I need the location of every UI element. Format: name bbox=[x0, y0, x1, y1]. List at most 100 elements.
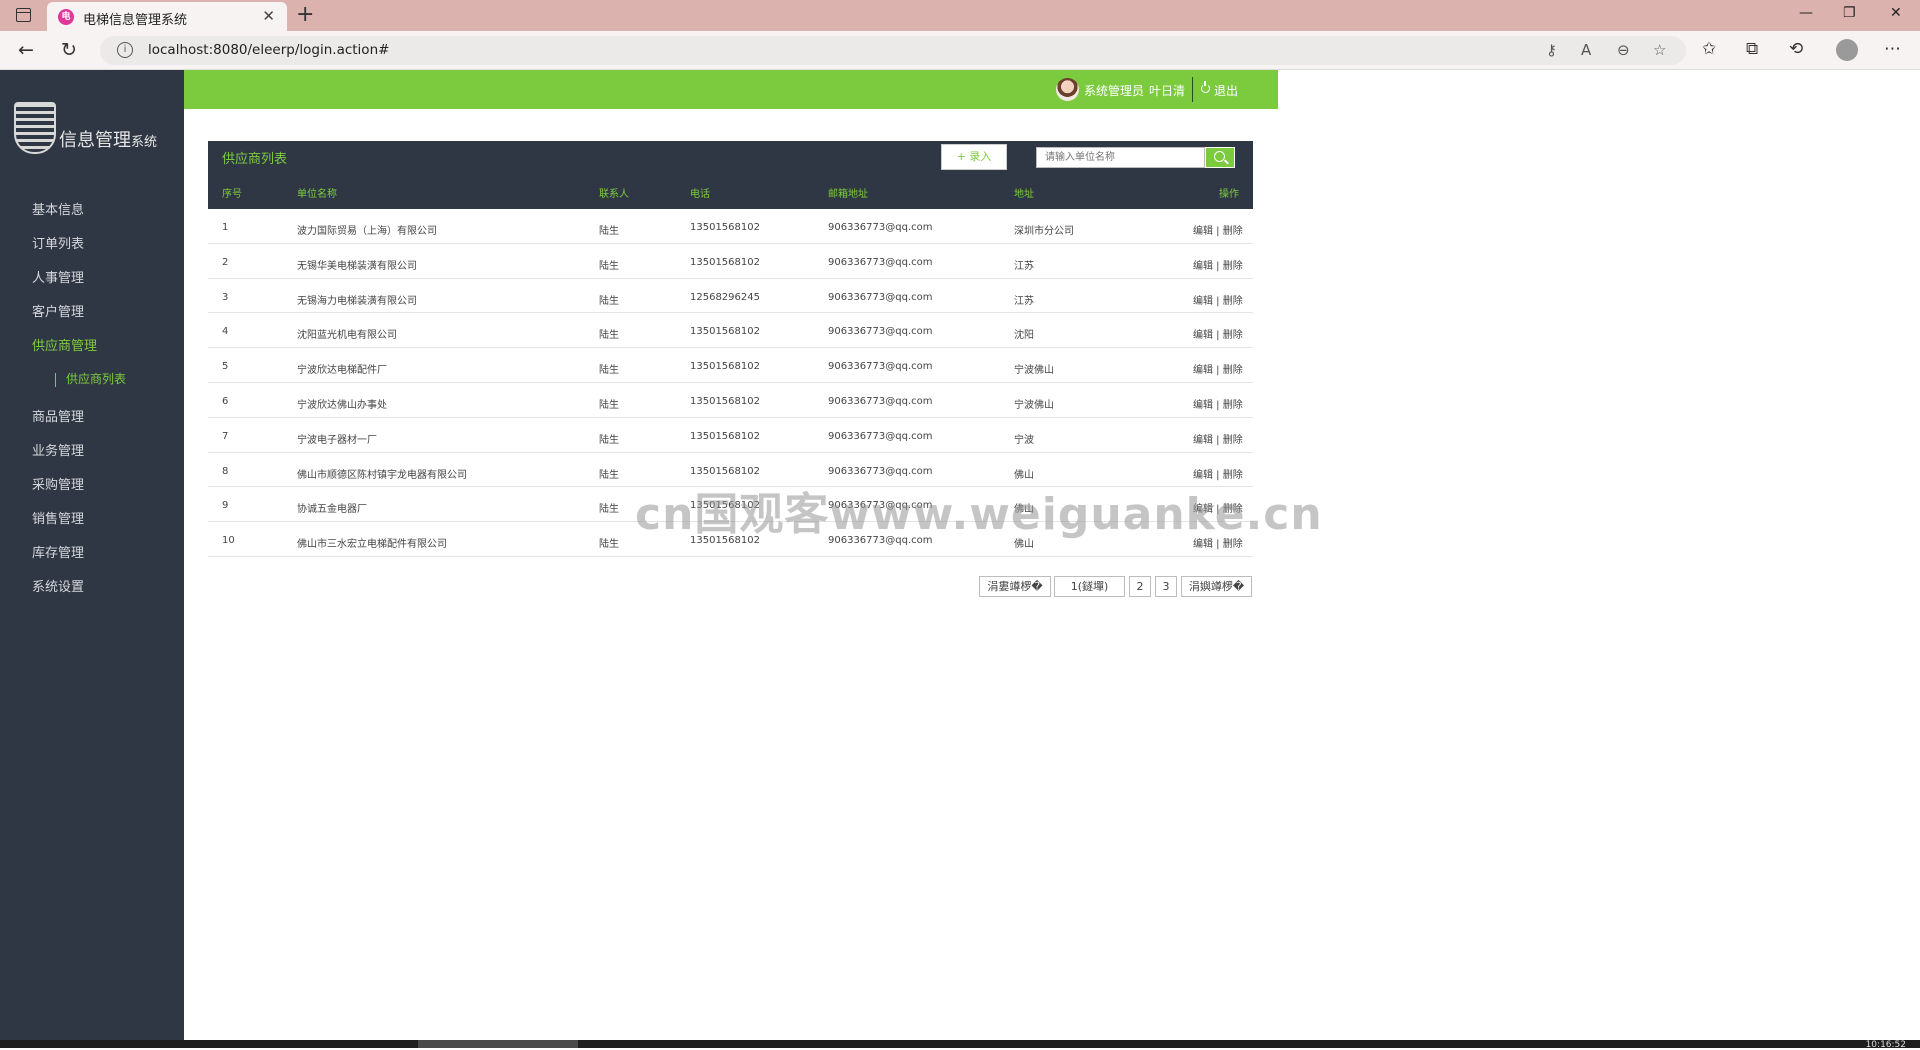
sidebar-item-suppliers[interactable]: 供应商管理 bbox=[0, 330, 184, 364]
cell-actions[interactable]: 编辑 | 删除 bbox=[1193, 396, 1243, 411]
cell-phone: 12568296245 bbox=[690, 291, 760, 303]
user-name[interactable]: 叶日清 bbox=[1149, 82, 1185, 99]
cell-name: 沈阳蓝光机电有限公司 bbox=[297, 330, 397, 342]
cell-no: 3 bbox=[222, 291, 229, 303]
column-header: 操作 bbox=[1219, 189, 1239, 200]
cell-phone: 13501568102 bbox=[690, 361, 760, 373]
cell-contact: 陆生 bbox=[599, 330, 619, 342]
cell-actions[interactable]: 编辑 | 删除 bbox=[1193, 222, 1243, 237]
table-row: 7 宁波电子器材一厂 陆生 13501568102 906336773@qq.com 宁波… bbox=[208, 418, 1253, 453]
history-icon[interactable]: ⟲ bbox=[1789, 39, 1803, 59]
table-row: 3 无锡海力电梯装潢有限公司 陆生 12568296245 906336773@qq.c… bbox=[208, 279, 1253, 314]
reload-icon[interactable]: ↻ bbox=[61, 39, 77, 61]
tab-actions-icon[interactable] bbox=[16, 8, 31, 22]
new-tab-button[interactable]: + bbox=[296, 3, 314, 27]
cell-address: 江苏 bbox=[1014, 260, 1034, 272]
prev-page-button[interactable]: 涓婁竴椤� bbox=[979, 576, 1051, 597]
sidebar-item-inventory[interactable]: 库存管理 bbox=[0, 537, 184, 571]
profile-avatar-icon[interactable] bbox=[1836, 39, 1858, 61]
logo-shield-icon bbox=[14, 102, 56, 154]
panel-header: 供应商列表 + 录入 序号 单位名称 联系人 电话 邮箱地址 地址 操作 bbox=[208, 141, 1253, 209]
taskbar-app[interactable] bbox=[418, 1040, 578, 1048]
avatar[interactable] bbox=[1056, 78, 1079, 101]
sidebar-item-sales[interactable]: 销售管理 bbox=[0, 503, 184, 537]
cell-name: 佛山市三水宏立电梯配件有限公司 bbox=[297, 539, 447, 551]
cell-address: 宁波 bbox=[1014, 434, 1034, 446]
cell-email: 906336773@qq.com bbox=[828, 465, 933, 477]
cell-no: 9 bbox=[222, 500, 229, 512]
browser-tab-bar: 电 电梯信息管理系统 ✕ + — ❐ ✕ bbox=[0, 0, 1920, 31]
cell-no: 1 bbox=[222, 222, 229, 233]
table-row: 5 宁波欣达电梯配件厂 陆生 13501568102 906336773@qq.com 宁… bbox=[208, 348, 1253, 383]
cell-name: 宁波电子器材一厂 bbox=[297, 434, 377, 446]
logo: 信息管理系统 bbox=[14, 102, 174, 158]
cell-address: 宁波佛山 bbox=[1014, 365, 1054, 377]
cell-name: 无锡华美电梯装潢有限公司 bbox=[297, 260, 417, 272]
cell-actions[interactable]: 编辑 | 删除 bbox=[1193, 257, 1243, 272]
tab-title: 电梯信息管理系统 bbox=[83, 13, 188, 28]
sidebar-item-hr[interactable]: 人事管理 bbox=[0, 262, 184, 296]
column-header: 联系人 bbox=[599, 189, 629, 200]
cell-address: 深圳市分公司 bbox=[1014, 226, 1074, 237]
favorites-icon[interactable]: ✩ bbox=[1702, 39, 1716, 59]
cell-name: 宁波欣达电梯配件厂 bbox=[297, 365, 387, 377]
search-input[interactable] bbox=[1036, 147, 1205, 168]
logout-link[interactable]: 退出 bbox=[1214, 82, 1238, 99]
page-3-button[interactable]: 3 bbox=[1155, 576, 1177, 597]
more-menu-icon[interactable]: ⋯ bbox=[1884, 39, 1901, 59]
cell-actions[interactable]: 编辑 | 删除 bbox=[1193, 361, 1243, 376]
column-header: 序号 bbox=[222, 189, 242, 200]
page-2-button[interactable]: 2 bbox=[1129, 576, 1151, 597]
add-supplier-button[interactable]: + 录入 bbox=[941, 144, 1007, 170]
sidebar-item-products[interactable]: 商品管理 bbox=[0, 401, 184, 435]
browser-tab[interactable]: 电 电梯信息管理系统 ✕ bbox=[47, 2, 287, 31]
cell-contact: 陆生 bbox=[599, 365, 619, 377]
sidebar-item-business[interactable]: 业务管理 bbox=[0, 435, 184, 469]
cell-no: 10 bbox=[222, 535, 235, 547]
cell-actions[interactable]: 编辑 | 删除 bbox=[1193, 292, 1243, 307]
current-page-button[interactable]: 1(鐩墠) bbox=[1054, 576, 1125, 597]
power-icon[interactable] bbox=[1201, 81, 1210, 93]
collections-icon[interactable]: ⧉ bbox=[1746, 39, 1758, 59]
header-divider bbox=[1192, 77, 1193, 102]
search-button[interactable] bbox=[1205, 147, 1235, 168]
sidebar-subitem-supplier-list[interactable]: 供应商列表 bbox=[0, 364, 184, 401]
cell-name: 波力国际贸易（上海）有限公司 bbox=[297, 226, 437, 237]
sidebar-menu: 基本信息 订单列表 人事管理 客户管理 供应商管理 供应商列表 商品管理 业务管… bbox=[0, 194, 184, 605]
table-row: 1 波力国际贸易（上海）有限公司 陆生 13501568102 906336773@qq… bbox=[208, 209, 1253, 244]
watermark: cn国观客www.weiguanke.cn bbox=[635, 489, 1323, 540]
zoom-out-icon[interactable]: ⊖ bbox=[1617, 41, 1630, 59]
minimize-icon[interactable]: — bbox=[1799, 5, 1813, 21]
sidebar-item-purchasing[interactable]: 采购管理 bbox=[0, 469, 184, 503]
key-icon[interactable]: ⚷ bbox=[1546, 41, 1557, 59]
site-info-icon[interactable]: i bbox=[117, 42, 133, 58]
close-window-icon[interactable]: ✕ bbox=[1890, 5, 1902, 21]
url-text[interactable]: localhost:8080/eleerp/login.action# bbox=[148, 42, 389, 58]
cell-name: 宁波欣达佛山办事处 bbox=[297, 399, 387, 411]
sidebar-item-basic-info[interactable]: 基本信息 bbox=[0, 194, 184, 228]
table-row: 4 沈阳蓝光机电有限公司 陆生 13501568102 906336773@qq.com… bbox=[208, 313, 1253, 349]
cell-no: 2 bbox=[222, 256, 229, 268]
sidebar: 信息管理系统 基本信息 订单列表 人事管理 客户管理 供应商管理 供应商列表 商… bbox=[0, 70, 184, 1040]
panel-title: 供应商列表 bbox=[222, 152, 288, 167]
cell-contact: 陆生 bbox=[599, 434, 619, 446]
cell-address: 江苏 bbox=[1014, 295, 1034, 307]
back-icon[interactable]: ← bbox=[18, 39, 34, 61]
sidebar-item-settings[interactable]: 系统设置 bbox=[0, 571, 184, 605]
restore-icon[interactable]: ❐ bbox=[1843, 5, 1856, 21]
close-tab-icon[interactable]: ✕ bbox=[262, 7, 275, 25]
column-header: 邮箱地址 bbox=[828, 189, 868, 200]
next-page-button[interactable]: 涓嬩竴椤� bbox=[1181, 576, 1252, 597]
sidebar-item-customers[interactable]: 客户管理 bbox=[0, 296, 184, 330]
address-bar[interactable]: i localhost:8080/eleerp/login.action# ⚷ … bbox=[100, 36, 1686, 65]
cell-email: 906336773@qq.com bbox=[828, 291, 933, 303]
cell-actions[interactable]: 编辑 | 删除 bbox=[1193, 326, 1243, 341]
cell-phone: 13501568102 bbox=[690, 326, 760, 338]
cell-contact: 陆生 bbox=[599, 504, 619, 516]
add-favorite-icon[interactable]: ☆ bbox=[1653, 41, 1666, 59]
cell-actions[interactable]: 编辑 | 删除 bbox=[1193, 431, 1243, 446]
clock: 10:16:52 bbox=[1865, 1040, 1906, 1050]
sidebar-item-orders[interactable]: 订单列表 bbox=[0, 228, 184, 262]
cell-phone: 13501568102 bbox=[690, 465, 760, 477]
read-aloud-icon[interactable]: A bbox=[1581, 41, 1591, 59]
